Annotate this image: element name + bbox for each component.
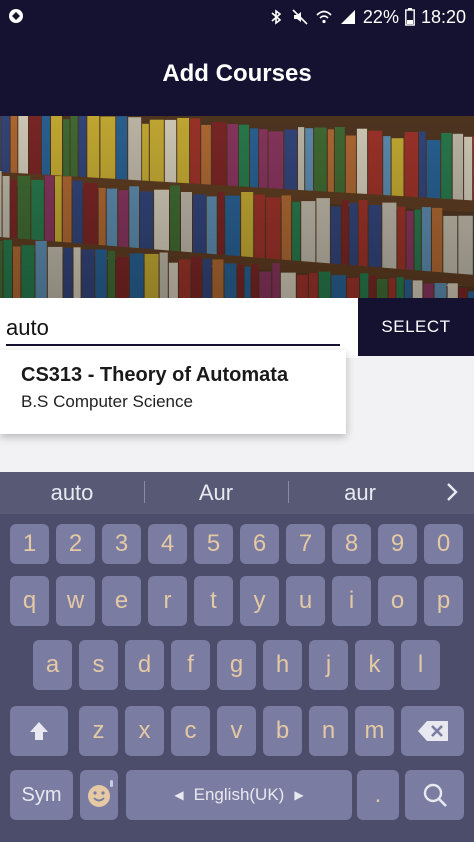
letter-key[interactable]: l — [401, 640, 440, 690]
number-key[interactable]: 4 — [148, 524, 187, 564]
letter-key[interactable]: q — [10, 576, 49, 626]
wifi-icon — [316, 10, 332, 24]
suggestion-course-title: CS313 - Theory of Automata — [21, 364, 289, 386]
space-key-label: English(UK) — [193, 785, 285, 804]
number-key[interactable]: 0 — [424, 524, 463, 564]
course-search-input[interactable] — [6, 312, 340, 346]
page-title: Add Courses — [162, 60, 312, 87]
letter-key[interactable]: v — [217, 706, 256, 756]
number-key[interactable]: 3 — [102, 524, 141, 564]
space-key[interactable]: ◀ English(UK) ▶ — [126, 770, 352, 820]
period-key[interactable]: . — [357, 770, 399, 820]
letter-key[interactable]: w — [56, 576, 95, 626]
prediction-3[interactable]: aur — [290, 480, 430, 506]
search-icon — [423, 783, 447, 807]
letter-key[interactable]: i — [332, 576, 371, 626]
chevron-left-icon: ◀ — [174, 788, 184, 802]
status-bar: 22% 18:20 — [0, 0, 474, 34]
on-screen-keyboard: auto Aur aur 1234567890 qwertyuiop asdfghj… — [0, 472, 474, 842]
number-key[interactable]: 8 — [332, 524, 371, 564]
emoji-key[interactable] — [80, 770, 118, 820]
app-bar: Add Courses — [0, 34, 474, 116]
letter-key[interactable]: n — [309, 706, 348, 756]
letter-key[interactable]: g — [217, 640, 256, 690]
letter-key[interactable]: r — [148, 576, 187, 626]
shift-arrow-icon — [30, 722, 48, 740]
letter-key[interactable]: j — [309, 640, 348, 690]
signal-icon — [340, 10, 355, 24]
battery-percent: 22% — [362, 7, 399, 27]
letter-key[interactable]: t — [194, 576, 233, 626]
chevron-right-icon: ▶ — [294, 788, 304, 802]
letter-key[interactable]: f — [171, 640, 210, 690]
select-button[interactable]: SELECT — [358, 298, 474, 356]
clock: 18:20 — [420, 7, 466, 27]
bookshelf-illustration — [0, 116, 474, 298]
number-key[interactable]: 2 — [56, 524, 95, 564]
number-key[interactable]: 6 — [240, 524, 279, 564]
letter-key[interactable]: d — [125, 640, 164, 690]
shift-key[interactable] — [10, 706, 68, 756]
letter-key[interactable]: y — [240, 576, 279, 626]
letter-key[interactable]: c — [171, 706, 210, 756]
symbols-key[interactable]: Sym — [10, 770, 73, 820]
letter-key[interactable]: k — [355, 640, 394, 690]
battery-icon — [405, 8, 415, 26]
number-key[interactable]: 1 — [10, 524, 49, 564]
prediction-divider — [288, 481, 289, 503]
letter-key[interactable]: a — [33, 640, 72, 690]
letter-key[interactable]: b — [263, 706, 302, 756]
letter-key[interactable]: o — [378, 576, 417, 626]
notification-icon — [9, 9, 23, 23]
search-key[interactable] — [405, 770, 464, 820]
number-key[interactable]: 7 — [286, 524, 325, 564]
prediction-bar: auto Aur aur — [0, 472, 474, 514]
mute-icon — [292, 9, 308, 25]
number-key[interactable]: 9 — [378, 524, 417, 564]
prediction-divider — [144, 481, 145, 503]
letter-key[interactable]: m — [355, 706, 394, 756]
letter-key[interactable]: x — [125, 706, 164, 756]
prediction-1[interactable]: auto — [2, 480, 142, 506]
chevron-right-icon[interactable] — [440, 480, 464, 504]
suggestion-item[interactable]: CS313 - Theory of Automata B.S Computer … — [0, 350, 346, 434]
emoji-smiley-icon — [88, 780, 113, 807]
letter-key[interactable]: s — [79, 640, 118, 690]
letter-key[interactable]: h — [263, 640, 302, 690]
course-search-area — [0, 298, 358, 358]
letter-key[interactable]: z — [79, 706, 118, 756]
backspace-icon — [417, 721, 448, 741]
letter-key[interactable]: e — [102, 576, 141, 626]
suggestion-program: B.S Computer Science — [21, 392, 193, 411]
number-key[interactable]: 5 — [194, 524, 233, 564]
bookshelf-banner-image — [0, 116, 474, 298]
letter-key[interactable]: p — [424, 576, 463, 626]
letter-key[interactable]: u — [286, 576, 325, 626]
backspace-key[interactable] — [401, 706, 464, 756]
bluetooth-icon — [271, 9, 282, 25]
prediction-2[interactable]: Aur — [146, 480, 286, 506]
